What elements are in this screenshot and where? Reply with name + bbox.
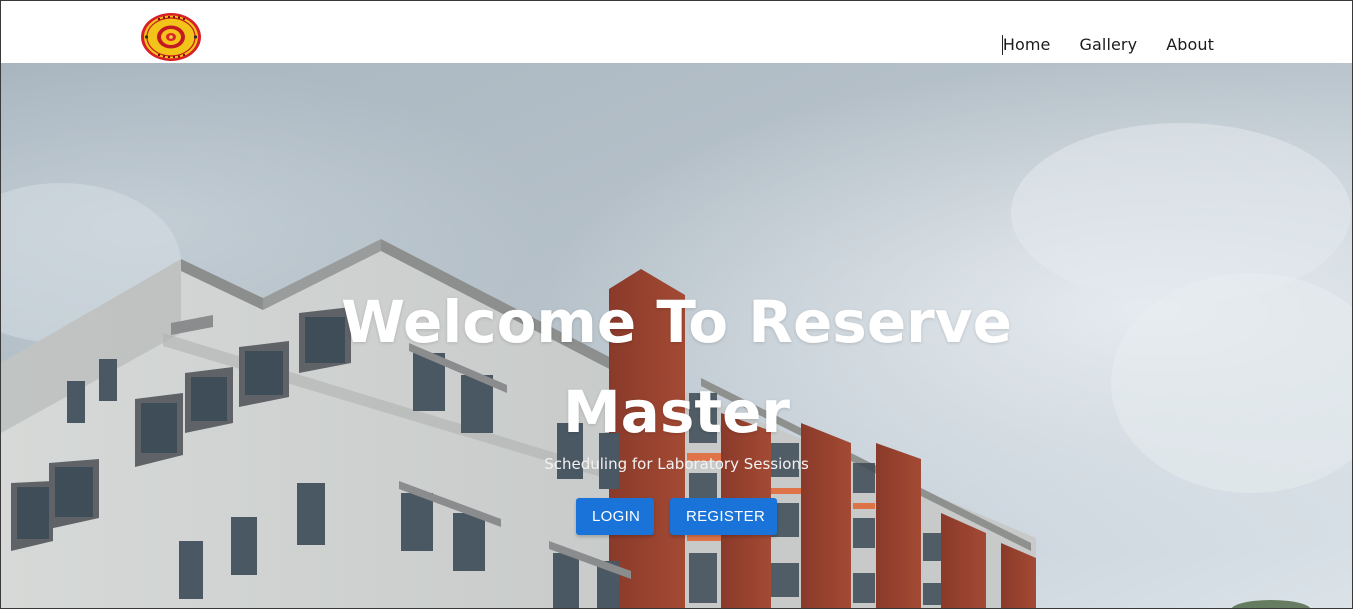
page-frame: Home Gallery About Welcome To Reserve Ma… xyxy=(0,0,1353,609)
university-logo-icon[interactable] xyxy=(140,12,202,62)
register-button[interactable]: REGISTER xyxy=(670,498,777,535)
nav-gallery-link[interactable]: Gallery xyxy=(1080,35,1138,55)
hero-button-group: LOGIN REGISTER xyxy=(1,498,1352,535)
hero-subtitle: Scheduling for Laboratory Sessions xyxy=(544,455,809,473)
nav-about-link[interactable]: About xyxy=(1166,35,1214,55)
main-nav: Home Gallery About xyxy=(1001,35,1214,55)
hero-title: Welcome To Reserve Master xyxy=(341,288,1012,446)
hero-section: Welcome To Reserve Master Scheduling for… xyxy=(1,63,1352,608)
nav-home-link[interactable]: Home xyxy=(1001,35,1051,55)
login-button[interactable]: LOGIN xyxy=(576,498,654,535)
top-navbar: Home Gallery About xyxy=(1,1,1352,63)
hero-content: Welcome To Reserve Master Scheduling for… xyxy=(1,277,1352,535)
